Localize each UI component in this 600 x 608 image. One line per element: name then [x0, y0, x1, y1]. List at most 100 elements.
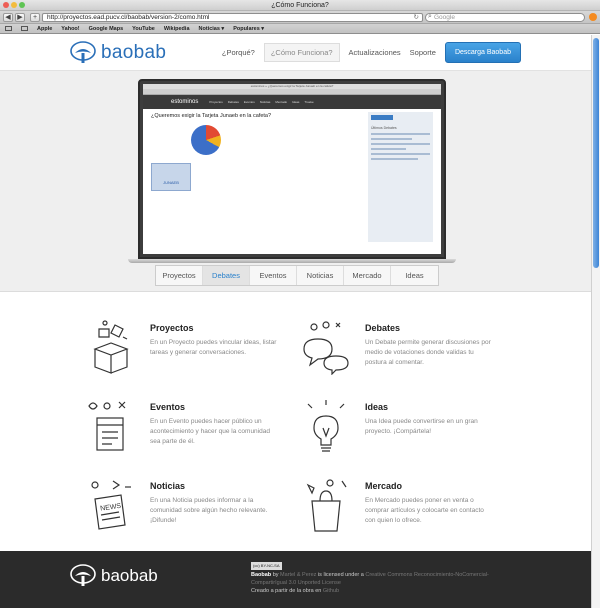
main-nav: ¿Porqué? ¿Cómo Funciona? Actualizaciones…	[222, 42, 521, 63]
baobab-tree-icon	[70, 564, 96, 586]
tab-noticias[interactable]: Noticias	[297, 266, 344, 285]
feature-description: En un Proyecto puedes vincular ideas, li…	[150, 339, 277, 356]
preview-post-title: ¿Queremos exigir la Tarjeta Junaeb en la…	[151, 113, 272, 119]
bookmark-yahoo[interactable]: Yahoo!	[61, 26, 79, 32]
rss-icon[interactable]	[589, 13, 597, 21]
feature-description: En un Evento puedes hacer público un aco…	[150, 418, 270, 445]
screenshot-preview: estominos » ¿Queremos exigir la Tarjeta …	[143, 84, 441, 254]
feature-title: Debates	[365, 323, 401, 333]
bookmark-wikipedia[interactable]: Wikipedia	[164, 26, 190, 32]
tab-debates[interactable]: Debates	[203, 266, 250, 285]
reading-list-icon[interactable]	[5, 26, 12, 31]
preview-sidebar-title: Últimos Debates	[371, 126, 397, 130]
authors-link[interactable]: Martel & Perez	[280, 572, 316, 578]
lightbulb-icon	[307, 400, 345, 452]
preview-image: JUNAEB	[151, 163, 191, 191]
cc-badge[interactable]: (cc) BY-NC-SA	[251, 562, 282, 570]
footer-logo[interactable]: baobab	[70, 564, 158, 588]
shopping-bag-icon	[306, 479, 347, 532]
search-input[interactable]: Google	[425, 12, 585, 22]
preview-body: ¿Queremos exigir la Tarjeta Junaeb en la…	[143, 109, 441, 245]
preview-sidebar-button	[371, 115, 393, 120]
window-titlebar: ¿Cómo Funciona?	[0, 0, 600, 11]
web-page: baobab ¿Porqué? ¿Cómo Funciona? Actualiz…	[0, 35, 591, 608]
bookmark-apple[interactable]: Apple	[37, 26, 52, 32]
preview-main: ¿Queremos exigir la Tarjeta Junaeb en la…	[151, 112, 362, 242]
feature-tabs: Proyectos Debates Eventos Noticias Merca…	[155, 265, 439, 286]
browser-toolbar: ◀ ▶ + http://proyectos.ead.pucv.cl/baoba…	[0, 11, 600, 24]
close-window-icon[interactable]	[3, 2, 9, 8]
feature-description: En Mercado puedes poner en venta o compr…	[365, 497, 484, 524]
minimize-window-icon[interactable]	[11, 2, 17, 8]
bookmarks-bar: Apple Yahoo! Google Maps YouTube Wikiped…	[0, 24, 600, 34]
download-button[interactable]: Descarga Baobab	[444, 42, 521, 63]
feature-debates: Debates Un Debate permite generar discus…	[300, 319, 530, 389]
preview-pie-chart	[191, 125, 221, 155]
laptop-base	[128, 259, 456, 263]
github-link[interactable]: Github	[323, 588, 339, 594]
feature-eventos: Eventos En un Evento puedes hacer públic…	[85, 398, 315, 468]
feature-description: En una Noticia puedes informar a la comu…	[150, 497, 268, 524]
add-bookmark-button[interactable]: +	[30, 12, 40, 22]
zoom-window-icon[interactable]	[19, 2, 25, 8]
feature-title: Proyectos	[150, 323, 194, 333]
nav-actualizaciones[interactable]: Actualizaciones	[349, 48, 401, 57]
preview-menu-item: Ideas	[292, 100, 300, 104]
tab-proyectos[interactable]: Proyectos	[156, 266, 203, 285]
preview-menu-item: Trueke	[304, 100, 314, 104]
nav-porque[interactable]: ¿Porqué?	[222, 48, 255, 57]
preview-brand: estominos	[171, 99, 199, 105]
back-button[interactable]: ◀	[3, 12, 13, 22]
bookmark-noticias[interactable]: Noticias ▾	[199, 26, 225, 32]
tab-eventos[interactable]: Eventos	[250, 266, 297, 285]
feature-title: Eventos	[150, 402, 186, 412]
preview-menu-item: Debates	[227, 100, 239, 104]
preview-sidebar: Últimos Debates	[368, 112, 433, 242]
preview-nav: estominos Proyectos Debates Eventos Noti…	[143, 95, 441, 109]
svg-text:NEWS: NEWS	[100, 503, 122, 513]
tab-ideas[interactable]: Ideas	[391, 266, 438, 285]
preview-menu-item: Mercado	[275, 100, 288, 104]
baobab-tree-icon	[70, 40, 96, 63]
preview-menu-item: Proyectos	[209, 100, 223, 104]
reload-icon[interactable]: ↻	[414, 14, 422, 21]
top-sites-icon[interactable]	[21, 26, 28, 31]
site-footer: baobab (cc) BY-NC-SA Baobab by Martel & …	[0, 551, 591, 608]
box-icon	[93, 320, 129, 374]
tab-mercado[interactable]: Mercado	[344, 266, 391, 285]
license-lead: Baobab	[251, 572, 272, 578]
forward-button[interactable]: ▶	[15, 12, 25, 22]
feature-description: Una Idea puede convertirse en un gran pr…	[365, 418, 478, 435]
license-mid: is licensed under a	[317, 572, 364, 578]
url-text: http://proyectos.ead.pucv.cl/baobab/vers…	[47, 13, 210, 21]
footer-logo-text: baobab	[101, 566, 158, 585]
speech-bubbles-icon	[303, 321, 349, 375]
license-text: (cc) BY-NC-SA Baobab by Martel & Perez i…	[251, 562, 521, 595]
window-controls[interactable]	[3, 2, 25, 8]
preview-menu-item: Noticias	[259, 100, 271, 104]
hero-section: estominos » ¿Queremos exigir la Tarjeta …	[0, 70, 591, 292]
bookmark-youtube[interactable]: YouTube	[132, 26, 155, 32]
scrollbar-thumb[interactable]	[593, 38, 599, 268]
site-header: baobab ¿Porqué? ¿Cómo Funciona? Actualiz…	[0, 35, 591, 70]
nav-como-funciona[interactable]: ¿Cómo Funciona?	[263, 43, 340, 62]
address-bar[interactable]: http://proyectos.ead.pucv.cl/baobab/vers…	[42, 12, 423, 22]
window-title: ¿Cómo Funciona?	[271, 2, 329, 9]
feature-description: Un Debate permite generar discusiones po…	[365, 339, 491, 366]
license-by: by	[272, 572, 279, 578]
feature-title: Mercado	[365, 481, 403, 491]
laptop-mockup: estominos » ¿Queremos exigir la Tarjeta …	[138, 79, 446, 259]
bookmark-google-maps[interactable]: Google Maps	[89, 26, 124, 32]
feature-proyectos: Proyectos En un Proyecto puedes vincular…	[85, 319, 315, 389]
built-on-text: Creado a partir de la obra en	[251, 588, 322, 594]
bookmark-populares[interactable]: Populares ▾	[233, 26, 264, 32]
logo-text: baobab	[101, 41, 167, 63]
feature-mercado: Mercado En Mercado puedes poner en venta…	[300, 477, 530, 547]
calendar-icon	[88, 401, 126, 451]
feature-title: Noticias	[150, 481, 186, 491]
site-logo[interactable]: baobab	[70, 40, 167, 65]
features-section: Proyectos En un Proyecto puedes vincular…	[0, 292, 591, 551]
page-scrollbar[interactable]	[591, 35, 600, 608]
feature-noticias: NEWS Noticias En una Noticia puedes info…	[85, 477, 315, 547]
nav-soporte[interactable]: Soporte	[410, 48, 436, 57]
